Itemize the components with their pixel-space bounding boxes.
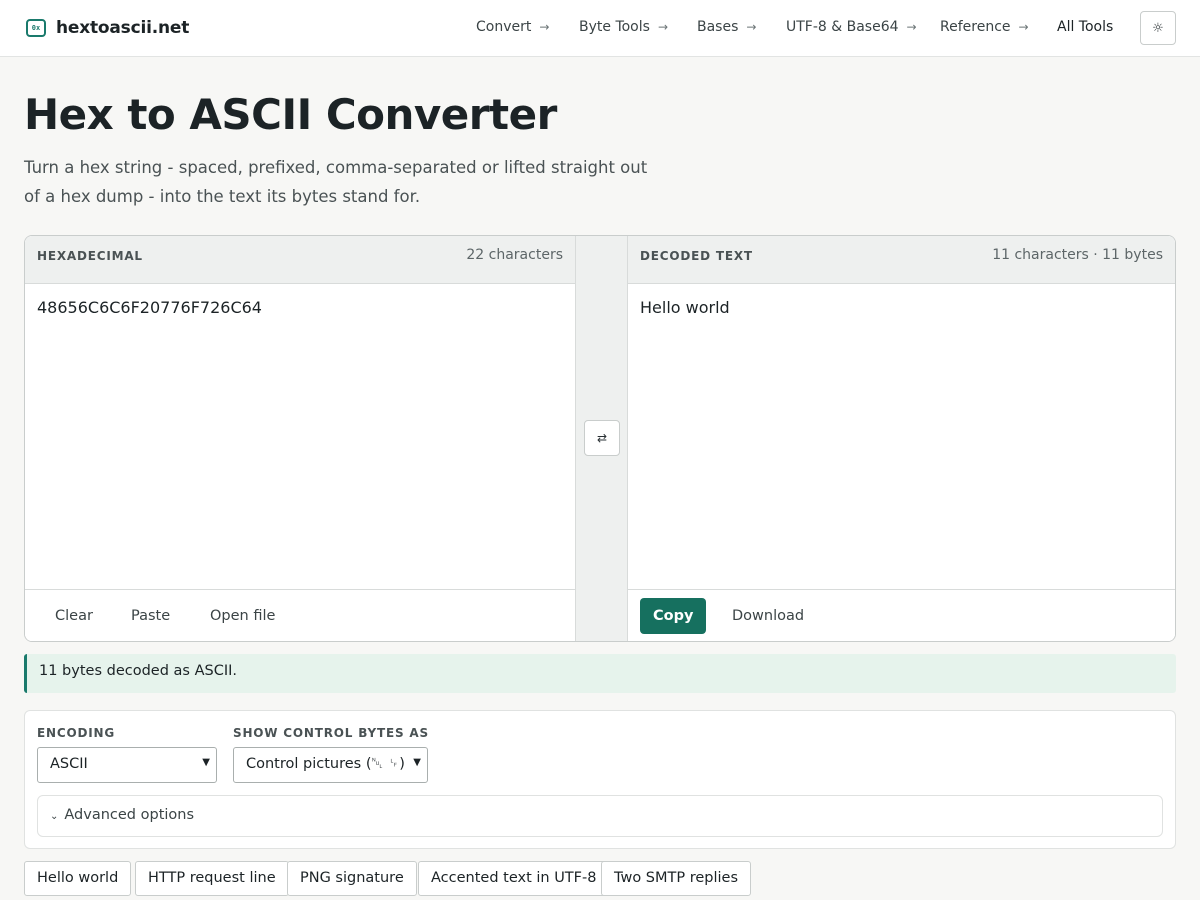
theme-toggle-button[interactable]: ☼ [1140,11,1176,45]
decoded-output[interactable]: Hello world [628,284,1175,589]
paste-button[interactable]: Paste [118,598,183,634]
site-name[interactable]: hextoascii.net [56,18,189,38]
advanced-options-label: Advanced options [64,807,195,823]
arrow-right-icon: → [746,20,757,34]
sample-accented-utf8[interactable]: Accented text in UTF-8 [418,861,610,896]
input-pane-header: HEXADECIMAL 22 characters [25,236,575,284]
chevron-down-icon: ⌄ [50,811,59,822]
nav-reference[interactable]: Reference → [940,19,1029,35]
sample-hello-world[interactable]: Hello world [24,861,132,896]
nav-byte-tools[interactable]: Byte Tools → [579,19,668,35]
logo-icon: 0x [26,19,46,37]
nav-bases[interactable]: Bases → [697,19,756,35]
site-logo[interactable]: 0x hextoascii.net [26,18,189,38]
nav-utf8-base64[interactable]: UTF-8 & Base64 → [786,19,917,35]
arrow-right-icon: → [1018,20,1029,34]
download-button[interactable]: Download [719,598,817,634]
nav-all-tools[interactable]: All Tools [1057,19,1113,35]
nav-label: UTF-8 & Base64 [786,19,899,35]
page-title: Hex to ASCII Converter [24,90,557,139]
swap-button[interactable]: ⇄ [584,420,620,456]
copy-button[interactable]: Copy [640,598,707,634]
sample-http-request-line[interactable]: HTTP request line [135,861,289,896]
encoding-label: ENCODING [37,726,115,740]
options-panel: ENCODING ASCII ▼ SHOW CONTROL BYTES AS C… [24,710,1176,849]
input-actions: Clear Paste Open file [25,589,575,641]
swap-gutter: ⇄ [575,236,628,641]
converter-panel: HEXADECIMAL 22 characters 48656C6C6F2077… [24,235,1176,642]
control-bytes-value: Control pictures (␀ ␊) [246,756,405,772]
chevron-down-icon: ▼ [413,757,421,768]
swap-icon: ⇄ [596,431,608,445]
page-subtitle: Turn a hex string - spaced, prefixed, co… [24,158,648,206]
nav-label: Reference [940,19,1011,35]
chevron-down-icon: ▼ [202,757,210,768]
hex-input[interactable]: 48656C6C6F20776F726C64 [25,284,575,589]
arrow-right-icon: → [657,20,668,34]
advanced-options-toggle[interactable]: ⌄ Advanced options [37,795,1163,837]
control-bytes-select[interactable]: Control pictures (␀ ␊) ▼ [233,747,428,783]
nav-convert[interactable]: Convert → [476,19,549,35]
output-label: DECODED TEXT [640,249,753,263]
encoding-value: ASCII [50,756,88,772]
input-pane: HEXADECIMAL 22 characters 48656C6C6F2077… [25,236,575,641]
control-bytes-label: SHOW CONTROL BYTES AS [233,726,429,740]
open-file-button[interactable]: Open file [197,598,288,634]
encoding-select[interactable]: ASCII ▼ [37,747,217,783]
output-actions: Copy Download [628,589,1175,641]
output-char-count: 11 characters · 11 bytes [992,247,1163,263]
sun-icon: ☼ [1152,20,1164,36]
output-pane: DECODED TEXT 11 characters · 11 bytes He… [628,236,1175,641]
site-header: 0x hextoascii.net Convert → Byte Tools → B… [0,0,1200,57]
nav-label: Bases [697,19,739,35]
nav-label: Convert [476,19,532,35]
status-message: 11 bytes decoded as ASCII. [24,654,1176,693]
arrow-right-icon: → [539,20,550,34]
sample-smtp-replies[interactable]: Two SMTP replies [601,861,752,896]
nav-label: Byte Tools [579,19,650,35]
input-char-count: 22 characters [466,247,563,263]
output-pane-header: DECODED TEXT 11 characters · 11 bytes [628,236,1175,284]
sample-png-signature[interactable]: PNG signature [287,861,417,896]
clear-button[interactable]: Clear [42,598,106,634]
input-label: HEXADECIMAL [37,249,143,263]
arrow-right-icon: → [906,20,917,34]
